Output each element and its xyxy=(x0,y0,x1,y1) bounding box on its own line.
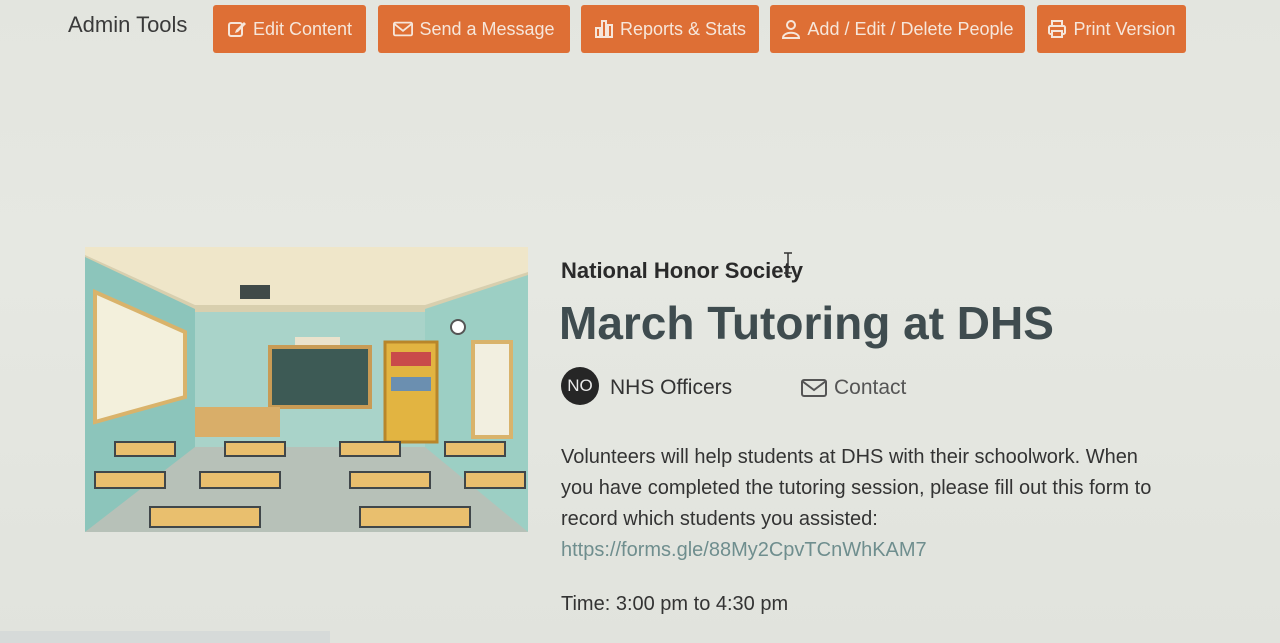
reports-stats-label: Reports & Stats xyxy=(619,18,747,39)
printer-icon xyxy=(1048,20,1067,38)
edit-icon xyxy=(227,22,246,37)
send-message-label: Send a Message xyxy=(419,18,555,39)
author-name[interactable]: NHS Officers xyxy=(610,376,732,400)
event-description: Volunteers will help students at DHS wit… xyxy=(561,442,1161,566)
description-text: Volunteers will help students at DHS wit… xyxy=(561,446,1152,530)
bar-chart-icon xyxy=(594,20,613,38)
manage-people-button[interactable]: Add / Edit / Delete People xyxy=(770,5,1025,53)
send-message-button[interactable]: Send a Message xyxy=(378,5,570,53)
form-link[interactable]: https://forms.gle/88My2CpvTCnWhKAM7 xyxy=(561,539,927,561)
classroom-illustration xyxy=(85,247,528,532)
text-cursor-icon xyxy=(784,252,792,274)
person-icon xyxy=(782,20,801,39)
classroom-image xyxy=(85,247,528,532)
event-time: Time: 3:00 pm to 4:30 pm xyxy=(561,593,789,615)
reports-stats-button[interactable]: Reports & Stats xyxy=(581,5,759,53)
print-version-label: Print Version xyxy=(1073,18,1176,39)
bottom-edge xyxy=(0,631,330,643)
contact-link[interactable]: Contact xyxy=(800,376,906,400)
envelope-icon xyxy=(801,379,827,397)
edit-content-button[interactable]: Edit Content xyxy=(213,5,366,53)
organization-name: National Honor Society xyxy=(561,258,804,283)
envelope-icon xyxy=(393,21,414,37)
author-avatar: NO xyxy=(561,367,599,405)
event-title: March Tutoring at DHS xyxy=(559,297,1054,349)
edit-content-label: Edit Content xyxy=(252,18,353,39)
print-version-button[interactable]: Print Version xyxy=(1037,5,1186,53)
contact-label: Contact xyxy=(834,376,907,399)
admin-tools-title: Admin Tools xyxy=(68,12,188,37)
admin-toolbar: Admin Tools Edit Content Send a Message … xyxy=(0,0,1280,60)
manage-people-label: Add / Edit / Delete People xyxy=(807,18,1014,39)
